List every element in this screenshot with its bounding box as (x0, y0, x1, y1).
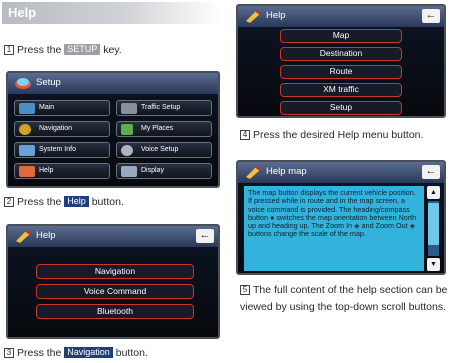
help-small-back-icon[interactable]: ← (196, 229, 214, 243)
help-icon (19, 166, 35, 177)
setup-myplaces-button[interactable]: My Places (116, 121, 212, 137)
setup-traffic-button[interactable]: Traffic Setup (116, 100, 212, 116)
setup-navigation-label: Navigation (39, 125, 73, 132)
step-3-text-end: button. (115, 347, 148, 359)
step-5: 5 The full content of the help section ca… (240, 282, 448, 316)
help-top-titlebar: Help ← (238, 6, 444, 27)
help-small-title: Help (36, 230, 56, 241)
help-setup-button[interactable]: Setup (280, 101, 402, 115)
setup-systeminfo-label: System Info (39, 146, 76, 153)
system-info-icon (19, 145, 35, 156)
help-small-pencil-icon (16, 230, 31, 243)
setup-navigation-button[interactable]: Navigation (14, 121, 110, 137)
help-map-titlebar: Help map ← (238, 162, 444, 183)
step-5-number: 5 (240, 285, 250, 295)
help-top-back-icon[interactable]: ← (422, 9, 440, 23)
setup-main-label: Main (39, 104, 55, 111)
help-route-button[interactable]: Route (280, 65, 402, 79)
scroll-thumb[interactable] (428, 203, 439, 245)
help-map-screen: Help map ← The map button displays the c… (236, 160, 446, 275)
help-map-scrollbar[interactable]: ▲ ▼ (427, 186, 440, 271)
setup-myplaces-label: My Places (141, 125, 174, 132)
step-2-text-end: button. (91, 196, 124, 208)
display-icon (121, 166, 137, 177)
setup-voice-button[interactable]: Voice Setup (116, 142, 212, 158)
step-3-number: 3 (4, 348, 14, 358)
scroll-down-icon[interactable]: ▼ (427, 258, 440, 271)
scroll-up-icon[interactable]: ▲ (427, 186, 440, 199)
section-header: Help (2, 2, 222, 24)
setup-systeminfo-button[interactable]: System Info (14, 142, 110, 158)
step-5-text: The full content of the help section can… (240, 284, 448, 313)
traffic-icon (121, 103, 137, 114)
scroll-track[interactable] (428, 201, 439, 256)
setup-key-label: SETUP (64, 44, 101, 55)
help-map-button[interactable]: Map (280, 29, 402, 43)
setup-title: Setup (36, 77, 61, 88)
setup-display-button[interactable]: Display (116, 163, 212, 179)
setup-display-label: Display (141, 167, 164, 174)
step-1-number: 1 (4, 45, 14, 55)
step-4-text: Press the desired Help menu button. (253, 129, 424, 141)
help-voice-command-button[interactable]: Voice Command (36, 284, 194, 299)
step-1: 1 Press the SETUP key. (4, 43, 224, 57)
setup-help-label: Help (39, 167, 54, 174)
navigation-icon (19, 124, 31, 135)
step-2-number: 2 (4, 197, 14, 207)
help-navigation-button[interactable]: Navigation (36, 264, 194, 279)
step-2-text: Press the (17, 196, 62, 208)
step-3-text: Press the (17, 347, 62, 359)
setup-globe-icon (15, 78, 31, 89)
voice-icon (121, 145, 133, 156)
help-key-label: Help (64, 196, 89, 207)
step-4-number: 4 (240, 130, 250, 140)
setup-main-button[interactable]: Main (14, 100, 110, 116)
navigation-key-label: Navigation (64, 347, 113, 358)
my-places-icon (121, 124, 133, 135)
setup-screen: Setup Main Traffic Setup Navigation My P… (6, 71, 220, 188)
step-4: 4 Press the desired Help menu button. (240, 128, 450, 142)
section-title: Help (8, 5, 37, 20)
help-map-text: The map button displays the current vehi… (244, 186, 424, 271)
step-1-text: Press the (17, 44, 62, 56)
help-destination-button[interactable]: Destination (280, 47, 402, 61)
step-1-text-end: key. (103, 44, 122, 56)
main-icon (19, 103, 35, 114)
help-map-title: Help map (266, 166, 307, 177)
help-screen-top: Help ← Map Destination Route XM traffic … (236, 4, 446, 118)
help-map-pencil-icon (246, 166, 261, 179)
help-map-back-icon[interactable]: ← (422, 165, 440, 179)
step-2: 2 Press the Help button. (4, 195, 224, 209)
help-small-titlebar: Help ← (8, 226, 218, 247)
step-3: 3 Press the Navigation button. (4, 346, 224, 360)
help-top-pencil-icon (246, 10, 261, 23)
help-xm-traffic-button[interactable]: XM traffic (280, 83, 402, 97)
help-screen-small: Help ← Navigation Voice Command Bluetoot… (6, 224, 220, 339)
setup-traffic-label: Traffic Setup (141, 104, 181, 111)
help-top-title: Help (266, 10, 286, 21)
setup-help-button[interactable]: Help (14, 163, 110, 179)
setup-voice-label: Voice Setup (141, 146, 179, 153)
setup-titlebar: Setup (8, 73, 218, 94)
help-bluetooth-button[interactable]: Bluetooth (36, 304, 194, 319)
